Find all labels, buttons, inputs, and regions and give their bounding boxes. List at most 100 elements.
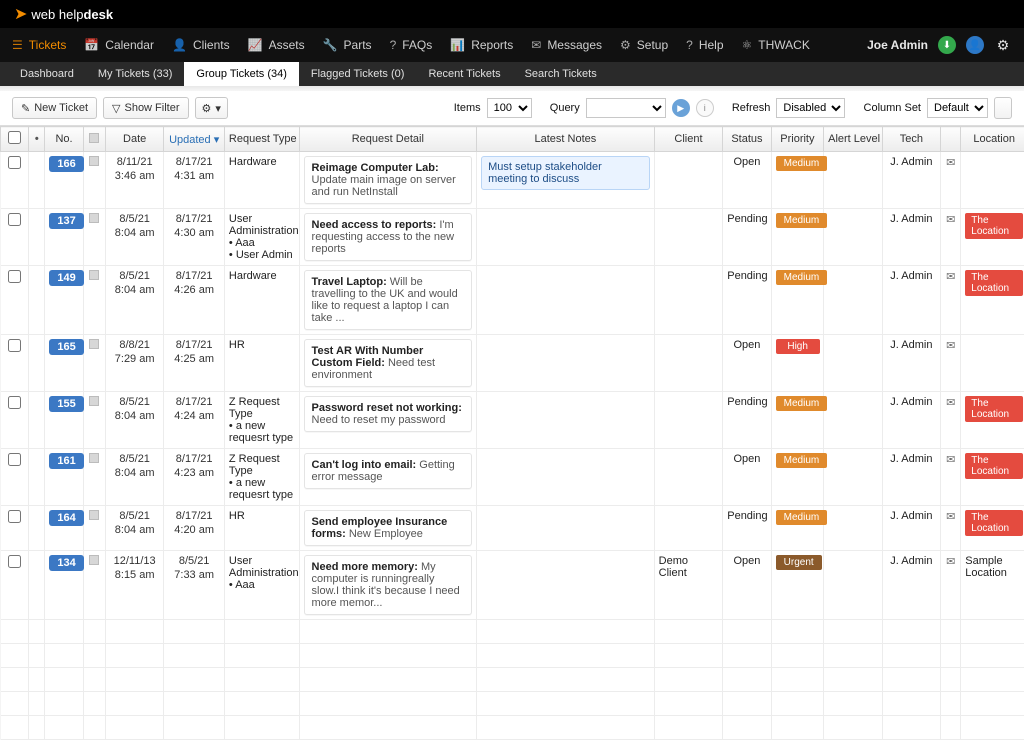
menu-item-parts[interactable]: 🔧Parts [323,38,372,52]
table-row[interactable]: 1668/11/213:46 am8/17/214:31 amHardwareR… [1,152,1024,209]
mail-icon[interactable]: ✉ [946,454,955,466]
ticket-number-chip[interactable]: 164 [49,510,83,526]
col-header-chk[interactable] [1,127,29,152]
col-header-reqtype[interactable]: Request Type [224,127,299,152]
menu-item-setup[interactable]: ⚙Setup [620,38,668,52]
table-row[interactable]: 1618/5/218:04 am8/17/214:23 amZ Request … [1,449,1024,506]
table-row[interactable]: 13412/11/138:15 am8/5/217:33 amUser Admi… [1,551,1024,620]
row-checkbox[interactable] [8,270,21,283]
action-bar: ✎ New Ticket ▽ Show Filter ⚙ ▾ Items 100… [0,91,1024,126]
mail-icon[interactable]: ✉ [946,397,955,409]
col-header-mail[interactable] [941,127,961,152]
mail-icon[interactable]: ✉ [946,511,955,523]
flag-icon[interactable] [89,510,99,520]
flag-icon[interactable] [89,555,99,565]
row-checkbox[interactable] [8,339,21,352]
table-row[interactable]: 1378/5/218:04 am8/17/214:30 amUser Admin… [1,209,1024,266]
col-header-no[interactable]: No. [45,127,83,152]
row-checkbox[interactable] [8,396,21,409]
new-ticket-button[interactable]: ✎ New Ticket [12,97,97,119]
table-row[interactable]: 1498/5/218:04 am8/17/214:26 amHardwareTr… [1,266,1024,335]
row-checkbox[interactable] [8,213,21,226]
mail-icon[interactable]: ✉ [946,556,955,568]
menu-item-assets[interactable]: 📈Assets [248,38,305,52]
subtab-flagged-tickets-0-[interactable]: Flagged Tickets (0) [299,62,417,86]
location-chip: The Location [965,270,1023,296]
flag-icon[interactable] [89,396,99,406]
updated-date: 8/17/214:31 am [168,156,220,184]
flag-icon[interactable] [89,270,99,280]
gear-dropdown-button[interactable]: ⚙ ▾ [195,97,228,119]
row-checkbox[interactable] [8,453,21,466]
table-row[interactable]: 1658/8/217:29 am8/17/214:25 amHRTest AR … [1,335,1024,392]
ticket-number-chip[interactable]: 134 [49,555,83,571]
priority-chip: Medium [776,270,828,285]
priority-chip: Medium [776,453,828,468]
ticket-number-chip[interactable]: 165 [49,339,83,355]
ticket-number-chip[interactable]: 149 [49,270,83,286]
menu-icon: ☰ [12,38,23,52]
menu-icon: 📊 [450,38,465,52]
filter-icon: ▽ [112,102,120,115]
subtab-search-tickets[interactable]: Search Tickets [513,62,609,86]
row-checkbox[interactable] [8,156,21,169]
mail-icon[interactable]: ✉ [946,340,955,352]
subtab-recent-tickets[interactable]: Recent Tickets [416,62,512,86]
col-header-date[interactable]: Date [105,127,164,152]
menu-item-calendar[interactable]: 📅Calendar [84,38,154,52]
menu-item-clients[interactable]: 👤Clients [172,38,230,52]
query-run-button[interactable]: ▶ [672,99,690,117]
query-select[interactable] [586,98,666,118]
menu-item-reports[interactable]: 📊Reports [450,38,513,52]
subtab-my-tickets-33-[interactable]: My Tickets (33) [86,62,185,86]
flag-header-icon [89,133,99,143]
menu-item-tickets[interactable]: ☰Tickets [12,38,66,52]
mail-icon[interactable]: ✉ [946,271,955,283]
col-header-status[interactable]: Status [723,127,771,152]
menu-item-thwack[interactable]: ⚛THWACK [742,38,810,52]
ticket-number-chip[interactable]: 166 [49,156,83,172]
menu-item-faqs[interactable]: ?FAQs [390,38,433,52]
col-header-detail[interactable]: Request Detail [299,127,477,152]
col-header-location[interactable]: Location [961,127,1024,152]
column-set-select[interactable]: Default [927,98,988,118]
col-header-notes[interactable]: Latest Notes [477,127,655,152]
request-detail: Need access to reports: I'm requesting a… [304,213,473,261]
menu-icon: ? [390,38,397,52]
col-header-client[interactable]: Client [654,127,723,152]
table-row[interactable]: 1648/5/218:04 am8/17/214:20 amHRSend emp… [1,506,1024,551]
ticket-number-chip[interactable]: 137 [49,213,83,229]
col-header-alert[interactable]: Alert Level [824,127,883,152]
col-header-tech[interactable]: Tech [882,127,941,152]
flag-icon[interactable] [89,453,99,463]
col-header-dot[interactable]: • [29,127,45,152]
flag-icon[interactable] [89,213,99,223]
menu-item-help[interactable]: ?Help [686,38,723,52]
select-all-checkbox[interactable] [8,131,21,144]
column-set-extra-button[interactable] [994,97,1012,119]
col-header-flag[interactable] [83,127,105,152]
settings-gear-icon[interactable]: ⚙ [994,36,1012,54]
subtab-group-tickets-34-[interactable]: Group Tickets (34) [184,62,298,86]
user-name-label: Joe Admin [867,38,928,52]
subtab-dashboard[interactable]: Dashboard [8,62,86,86]
table-row[interactable]: 1558/5/218:04 am8/17/214:24 amZ Request … [1,392,1024,449]
col-header-priority[interactable]: Priority [771,127,823,152]
flag-icon[interactable] [89,156,99,166]
mail-icon[interactable]: ✉ [946,214,955,226]
menu-item-messages[interactable]: ✉Messages [531,38,602,52]
refresh-select[interactable]: Disabled [776,98,845,118]
items-select[interactable]: 100 [487,98,532,118]
ticket-number-chip[interactable]: 155 [49,396,83,412]
profile-icon[interactable]: 👤 [966,36,984,54]
col-header-updated[interactable]: Updated ▾ [164,127,225,152]
row-checkbox[interactable] [8,555,21,568]
flag-icon[interactable] [89,339,99,349]
presence-icon[interactable]: ⬇ [938,36,956,54]
user-area: Joe Admin ⬇ 👤 ⚙ [867,36,1012,54]
mail-icon[interactable]: ✉ [946,157,955,169]
ticket-number-chip[interactable]: 161 [49,453,83,469]
row-checkbox[interactable] [8,510,21,523]
show-filter-button[interactable]: ▽ Show Filter [103,97,189,119]
query-info-button[interactable]: i [696,99,714,117]
